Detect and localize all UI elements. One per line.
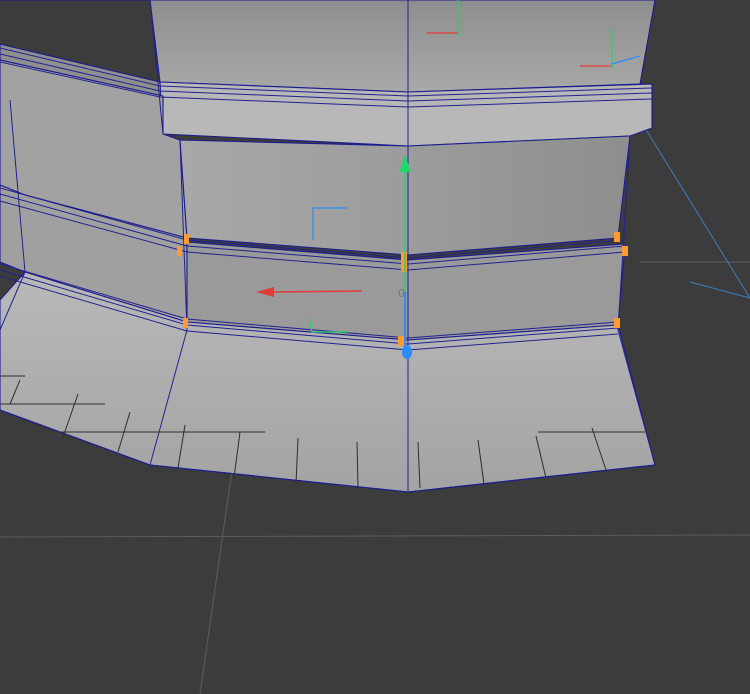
gizmo-x-axis-line[interactable]	[273, 290, 363, 293]
3d-viewport[interactable]: 0	[0, 0, 750, 694]
gizmo-z-axis-handle[interactable]	[402, 345, 412, 359]
light-guide-lines	[644, 127, 750, 299]
gizmo-center-label: 0	[398, 287, 405, 300]
mesh-top-ledge	[159, 81, 653, 147]
